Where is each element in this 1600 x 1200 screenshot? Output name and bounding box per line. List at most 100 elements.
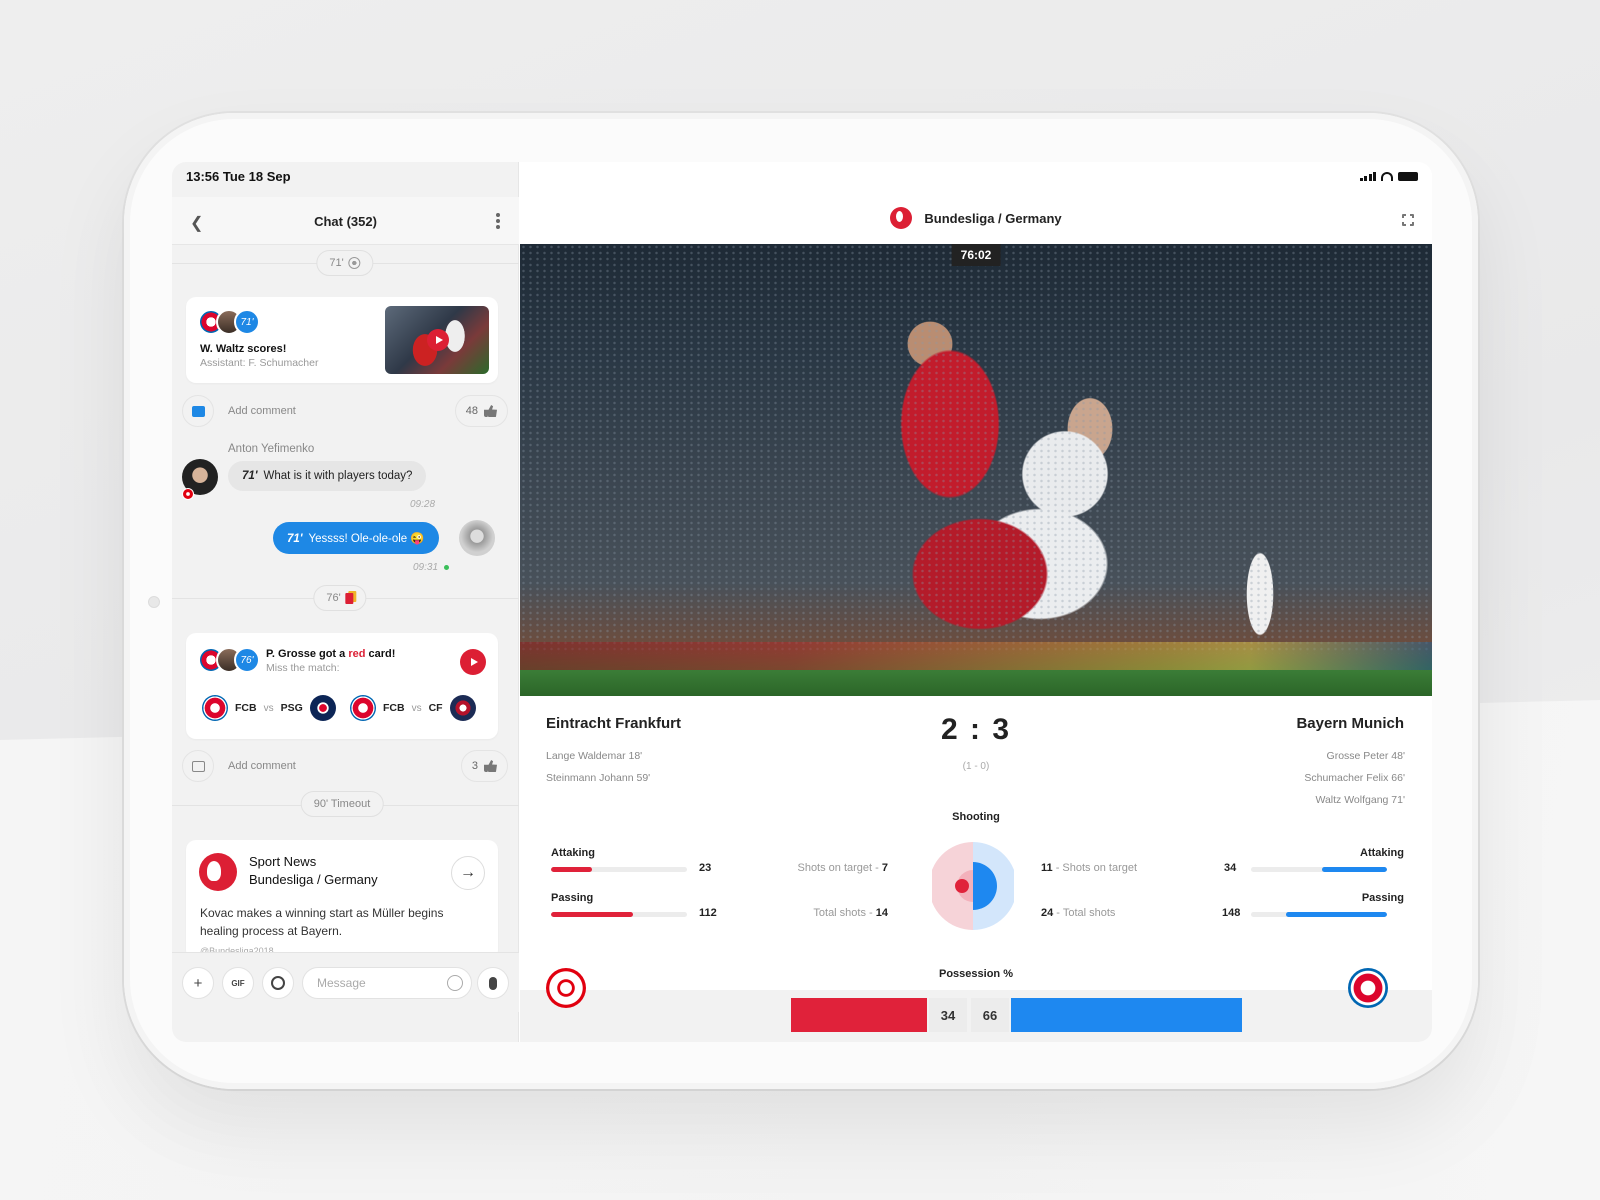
home-shots-dot [955, 879, 969, 893]
battery-icon [1398, 171, 1418, 181]
event-badges: 71' [198, 309, 260, 335]
card-icon [345, 592, 354, 604]
chat-title: Chat (352) [314, 214, 377, 229]
match-panel: Bundesliga / Germany 76:02 Eintracht Fra… [520, 162, 1432, 1042]
like-button[interactable]: 3 [460, 750, 508, 782]
bar-fill [551, 912, 633, 917]
home-stat-value: 23 [699, 862, 712, 874]
news-text: Kovac makes a winning start as Müller be… [200, 906, 444, 938]
match-away: CF [428, 702, 443, 714]
fullscreen-icon[interactable] [1401, 213, 1415, 227]
news-source: Sport News [249, 854, 317, 869]
away-stat-label: Attaking [1360, 847, 1404, 859]
league-header: Bundesliga / Germany [520, 207, 1432, 229]
pitch [520, 670, 1432, 696]
shooting-donut [932, 842, 1014, 930]
arrow-right-icon[interactable]: → [451, 856, 485, 890]
comment-icon[interactable] [182, 750, 214, 782]
my-avatar[interactable] [459, 520, 495, 556]
add-comment-link[interactable]: Add comment [228, 405, 296, 417]
status-icons [1359, 171, 1418, 181]
news-card[interactable]: Sport News Bundesliga / Germany → Kovac … [186, 840, 498, 960]
shots-label: Shots on target - [797, 862, 882, 874]
home-possession-bar [791, 998, 927, 1032]
shots-value: 11 [1041, 862, 1053, 874]
like-button[interactable]: 48 [454, 395, 508, 427]
thumbs-up-icon [484, 760, 497, 772]
away-shots-on-target: 11 - Shots on target [1041, 862, 1137, 874]
home-possession-value: 34 [929, 998, 967, 1032]
home-shots-on-target: Shots on target - 7 [797, 862, 888, 874]
goal-event-card[interactable]: 71' W. Waltz scores! Assistant: F. Schum… [186, 297, 498, 383]
circle-button[interactable] [262, 967, 294, 999]
away-scorer: Waltz Wolfgang 71' [1315, 794, 1405, 806]
message-time: 09:28 [410, 499, 436, 510]
like-count: 48 [465, 405, 478, 417]
shots-value: 14 [875, 907, 888, 919]
match-video[interactable]: 76:02 [520, 244, 1432, 696]
add-icon[interactable]: + [182, 967, 214, 999]
message-minute: 71' [242, 470, 258, 482]
microphone-button[interactable] [477, 967, 509, 999]
match-chip[interactable]: FCB vs CF [350, 695, 476, 721]
circle-icon [271, 976, 285, 990]
message-text: Yessss! Ole-ole-ole 😜 [308, 533, 425, 545]
possession-bar: 34 66 [520, 990, 1432, 1042]
chat-header: ❮ Chat (352) [172, 197, 519, 245]
title-red: red [348, 648, 366, 660]
fcb-crest-icon [202, 695, 228, 721]
add-comment-link[interactable]: Add comment [228, 760, 296, 772]
message-status: 09:31 [413, 562, 450, 573]
fcb-crest-icon [350, 695, 376, 721]
comment-icon[interactable] [182, 395, 214, 427]
away-attack-bar [1251, 867, 1387, 872]
event-title: P. Grosse got a red card! [266, 648, 395, 660]
shots-value: 24 [1041, 907, 1054, 919]
message-minute: 71' [287, 533, 303, 545]
screen: 13:56 Tue 18 Sep ❮ Chat (352) 71' 71' W.… [172, 162, 1432, 1042]
ad-boards [520, 642, 1432, 670]
play-icon[interactable] [460, 649, 486, 675]
psg-crest-icon [309, 695, 336, 721]
goal-video-thumbnail[interactable] [385, 306, 489, 374]
message-time: 09:31 [413, 562, 439, 573]
pill-minute: 71' [329, 257, 344, 269]
news-league: Bundesliga / Germany [249, 872, 378, 887]
home-scorer: Steinmann Johann 59' [546, 772, 651, 784]
sender-name: Anton Yefimenko [228, 443, 315, 455]
status-time: 13:56 Tue 18 Sep [186, 169, 291, 184]
away-total-shots: 24 - Total shots [1041, 907, 1115, 919]
crowd-texture [520, 244, 1432, 654]
home-stat-value: 112 [699, 907, 717, 919]
message-input[interactable]: Message [302, 967, 472, 999]
emoji-icon[interactable] [447, 975, 463, 991]
bar-fill [551, 867, 592, 872]
away-scorer: Grosse Peter 48' [1326, 750, 1405, 762]
message-placeholder: Message [317, 976, 366, 990]
away-possession-value: 66 [971, 998, 1009, 1032]
shots-label: - Shots on target [1052, 862, 1138, 874]
shots-label: - Total shots [1053, 907, 1116, 919]
play-icon[interactable] [427, 329, 449, 351]
red-card-event-card[interactable]: 76' P. Grosse got a red card! Miss the m… [186, 633, 498, 739]
score: 2 : 3 [940, 713, 1012, 746]
event-subtitle: Assistant: F. Schumacher [200, 357, 319, 369]
microphone-icon [489, 976, 497, 990]
tablet-button [148, 596, 160, 608]
away-stat-value: 148 [1222, 907, 1241, 919]
bar-fill [1286, 912, 1387, 917]
match-chip[interactable]: FCB vs PSG [202, 695, 336, 721]
wifi-icon [1381, 171, 1393, 181]
more-options-icon[interactable] [495, 211, 501, 231]
event-2-actions: Add comment 3 [182, 750, 508, 784]
gif-button[interactable]: GIF [222, 967, 254, 999]
shots-label: Total shots - [813, 907, 876, 919]
home-scorer: Lange Waldemar 18' [546, 750, 643, 762]
title-prefix: P. Grosse got a [266, 648, 349, 660]
message-text: What is it with players today? [263, 470, 413, 482]
possession-label: Possession % [939, 968, 1013, 980]
home-attack-bar [551, 867, 687, 872]
match-vs: vs [263, 702, 274, 714]
timeout-pill: 90' Timeout [300, 791, 384, 817]
minute-pill-71: 71' [316, 250, 374, 276]
